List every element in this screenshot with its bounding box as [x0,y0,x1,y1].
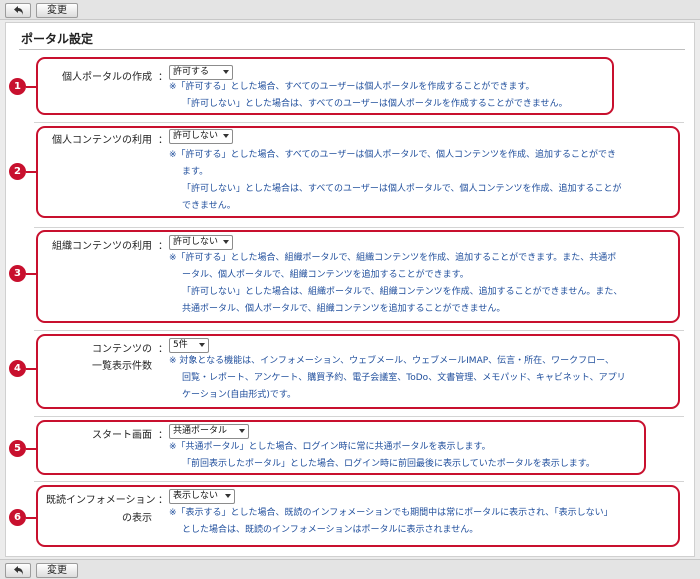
callout-connector [26,171,37,173]
personal-content-use-label: 個人コンテンツの利用 [52,135,152,146]
field-colon: ： [158,135,168,146]
selected-value: 表示しない [173,491,219,501]
start-screen-select[interactable]: 共通ポータル [169,424,249,439]
read-info-display-label-line1: 既読インフォメーション [46,495,156,506]
note-line: 「許可しない」とした場合は、組織ポータルで、組織コンテンツを作成、追加することが… [182,287,623,297]
callout-badge: 4 [9,360,26,377]
read-info-display-select[interactable]: 表示しない [169,489,235,504]
note-line: 共通ポータル、個人ポータルで、組織コンテンツを追加することができません。 [182,304,506,314]
selected-value: 許可しない [173,237,219,247]
row-divider [34,416,684,417]
callout-connector [26,368,37,370]
page-title: ポータル設定 [21,32,94,46]
callout-badge: 1 [9,78,26,95]
callout-connector [26,448,37,450]
note-line: 「許可しない」とした場合は、すべてのユーザーは個人ポータルを作成することができま… [182,99,568,109]
note-line: ます。 [182,167,209,177]
field-colon: ： [158,430,168,441]
dropdown-arrow-icon [223,240,229,244]
callout-badge: 2 [9,163,26,180]
dropdown-arrow-icon [225,494,231,498]
selected-value: 共通ポータル [173,426,228,436]
callout-connector [26,86,37,88]
selected-value: 許可しない [173,131,219,141]
callout-badge: 5 [9,440,26,457]
note-line: ※「許可する」とした場合、すべてのユーザーは個人ポータルで、個人コンテンツを作成… [169,150,617,160]
row-divider [34,330,684,331]
back-button[interactable] [5,3,31,18]
title-divider [19,49,685,50]
row-divider [34,481,684,482]
field-colon: ： [158,344,168,355]
content-list-count-label-line2: 一覧表示件数 [92,361,152,372]
note-line: ータル、個人ポータルで、組織コンテンツを追加することができます。 [182,270,469,280]
back-button[interactable] [5,563,31,578]
bottom-toolbar: 変更 [0,559,700,579]
note-line: ※「表示する」とした場合、既読のインフォメーションでも期間中は常にポータルに表示… [169,508,613,518]
org-content-use-select[interactable]: 許可しない [169,235,233,250]
dropdown-arrow-icon [223,70,229,74]
callout-connector [26,517,37,519]
note-line: ※「許可する」とした場合、組織ポータルで、組織コンテンツを作成、追加することがで… [169,253,617,263]
dropdown-arrow-icon [199,343,205,347]
note-line: ※「共通ポータル」とした場合、ログイン時に常に共通ポータルを表示します。 [169,442,491,452]
field-colon: ： [158,241,168,252]
content-list-count-label-line1: コンテンツの [92,344,152,355]
note-line: できません。 [182,201,236,211]
note-line: 「前回表示したポータル」とした場合、ログイン時に前回最後に表示していたポータルを… [182,459,595,469]
note-line: 回覧・レポート、アンケート、購買予約、電子会議室、ToDo、文書管理、メモパッド… [182,373,626,383]
org-content-use-label: 組織コンテンツの利用 [52,241,152,252]
personal-portal-create-select[interactable]: 許可する [169,65,233,80]
settings-panel: ポータル設定 1 個人ポータルの作成 ： 許可する ※「許可する」とした場合、す… [5,22,695,557]
row-divider [34,227,684,228]
note-line: ケーション(自由形式)です。 [182,390,296,400]
start-screen-label: スタート画面 [92,430,152,441]
field-colon: ： [158,72,168,83]
note-line: 「許可しない」とした場合は、すべてのユーザーは個人ポータルで、個人コンテンツを作… [182,184,622,194]
dropdown-arrow-icon [223,134,229,138]
row-divider [34,122,684,123]
back-arrow-icon [14,566,23,575]
personal-portal-create-label: 個人ポータルの作成 [62,72,152,83]
top-toolbar: 変更 [0,0,700,20]
back-arrow-icon [14,6,23,15]
field-colon: ： [158,495,168,506]
selected-value: 許可する [173,67,210,77]
change-button[interactable]: 変更 [36,563,78,578]
change-button[interactable]: 変更 [36,3,78,18]
content-list-count-select[interactable]: 5件 [169,338,209,353]
dropdown-arrow-icon [239,429,245,433]
selected-value: 5件 [173,340,188,350]
note-line: とした場合は、既読のインフォメーションはポータルに表示されません。 [182,525,479,535]
note-line: ※「許可する」とした場合、すべてのユーザーは個人ポータルを作成することができます… [169,82,535,92]
callout-badge: 6 [9,509,26,526]
read-info-display-label-line2: の表示 [122,513,152,524]
note-line: ※ 対象となる機能は、インフォメーション、ウェブメール、ウェブメールIMAP、伝… [169,356,615,366]
callout-badge: 3 [9,265,26,282]
callout-connector [26,273,37,275]
personal-content-use-select[interactable]: 許可しない [169,129,233,144]
